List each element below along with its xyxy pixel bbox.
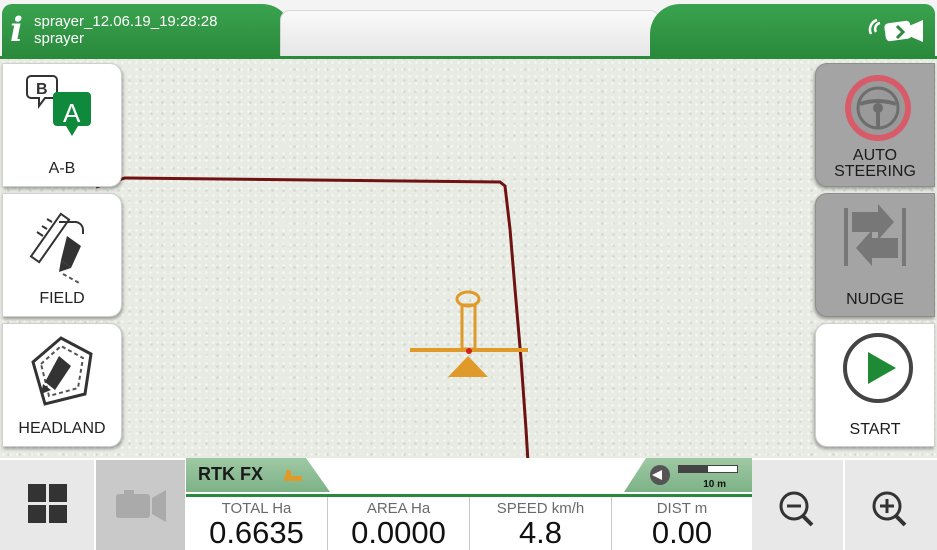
status-strip: RTK FX 10 m [186, 458, 752, 494]
zoom-in-icon [872, 491, 907, 527]
grid-menu-icon [28, 484, 67, 523]
center-tab [280, 10, 660, 56]
field-label: FIELD [39, 290, 85, 307]
camera-button[interactable] [96, 460, 186, 550]
vehicle-marker [410, 290, 528, 377]
play-icon [843, 333, 913, 403]
info-icon: i [10, 10, 23, 50]
nudge-icon [844, 204, 906, 266]
connection-tab[interactable] [650, 4, 935, 56]
tractor-icon [284, 470, 302, 481]
zoom-out-button[interactable] [752, 460, 844, 550]
speed-value: 4.8 [518, 515, 563, 550]
map-canvas [95, 176, 530, 462]
svg-text:B: B [36, 81, 48, 98]
total-ha-cell: TOTAL Ha 0.6635 [186, 497, 328, 550]
distance-cell: DIST m 0.00 [612, 497, 752, 550]
headland-button[interactable]: HEADLAND [2, 323, 122, 447]
svg-text:A: A [63, 98, 81, 128]
nudge-button[interactable]: NUDGE [815, 193, 935, 317]
compass-icon[interactable] [648, 464, 672, 486]
scale-bar [678, 465, 738, 473]
area-ha-value: 0.0000 [351, 515, 446, 550]
scale-label: 10 m [703, 479, 726, 490]
steering-wheel-icon [845, 75, 911, 141]
headland-icon [31, 336, 93, 406]
headland-label: HEADLAND [18, 420, 106, 437]
menu-grid-button[interactable] [0, 460, 95, 550]
start-label: START [849, 421, 901, 438]
field-button[interactable]: FIELD [2, 193, 122, 317]
zoom-out-icon [779, 491, 814, 527]
scale-bar-fill [679, 466, 708, 472]
ab-line-label: A-B [48, 160, 76, 177]
field-map[interactable] [0, 59, 937, 462]
area-ha-cell: AREA Ha 0.0000 [328, 497, 470, 550]
total-ha-value: 0.6635 [209, 515, 304, 550]
nudge-label: NUDGE [846, 291, 904, 308]
start-button[interactable]: START [815, 323, 935, 447]
speed-cell: SPEED km/h 4.8 [470, 497, 612, 550]
top-bar: i sprayer_12.06.19_19:28:28 sprayer [0, 0, 937, 59]
ab-line-icon: B A [26, 75, 91, 136]
camera-icon [116, 490, 166, 522]
field-boundary-icon [29, 212, 84, 285]
gps-fix-text: RTK FX [198, 464, 263, 484]
wireless-camera-icon [868, 18, 923, 42]
gps-status-badge[interactable]: RTK FX [186, 458, 330, 492]
ab-line-button[interactable]: B A A-B [2, 63, 122, 187]
zoom-in-button[interactable] [845, 460, 937, 550]
auto-steering-label-line1: AUTO [852, 147, 898, 164]
auto-steering-label-line2: STEERING [834, 163, 916, 180]
map-scale: 10 m [624, 458, 752, 492]
auto-steering-label: AUTO STEERING [816, 148, 934, 180]
job-info-tab[interactable]: i sprayer_12.06.19_19:28:28 sprayer [2, 4, 292, 56]
distance-value: 0.00 [651, 515, 713, 550]
job-title: sprayer_12.06.19_19:28:28 [34, 13, 218, 30]
implement-name: sprayer [34, 30, 85, 47]
auto-steering-button[interactable]: AUTO STEERING [815, 63, 935, 187]
readout-row: TOTAL Ha 0.6635 AREA Ha 0.0000 SPEED km/… [186, 494, 752, 550]
